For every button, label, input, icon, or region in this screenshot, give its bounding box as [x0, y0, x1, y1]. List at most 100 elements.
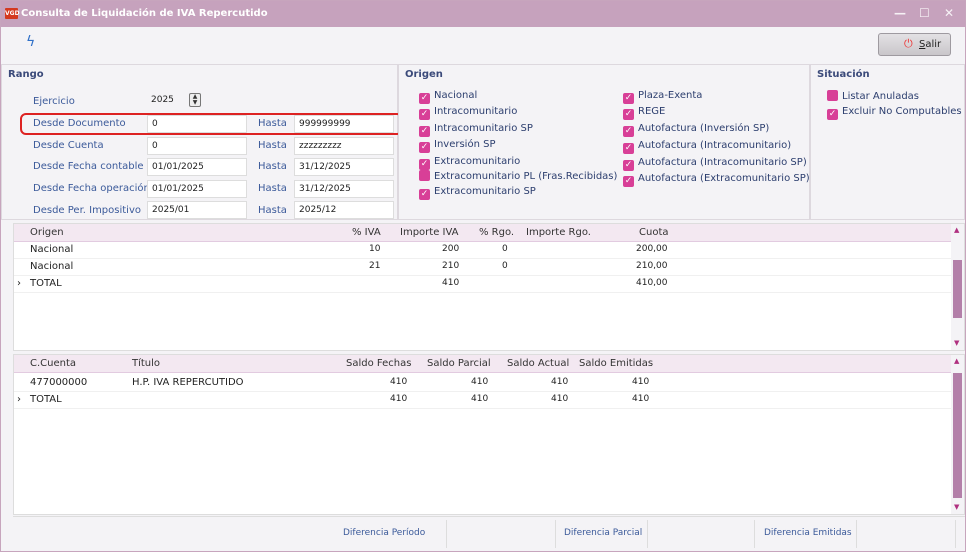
check-icon: ✓ — [419, 189, 430, 200]
col-rgo[interactable]: % Rgo. — [479, 227, 514, 238]
maximize-icon[interactable]: ☐ — [919, 6, 930, 20]
main-window: VGD Consulta de Liquidación de IVA Reper… — [0, 0, 966, 552]
diferencia-periodo-label: Diferencia Período — [343, 528, 426, 538]
iva-grid-scrollbar[interactable]: ▲ ▼ — [951, 224, 964, 350]
table-row[interactable]: Nacional 10 200 0 200,00 — [14, 242, 952, 259]
situacion-title: Situación — [817, 69, 870, 80]
check-icon: ✓ — [827, 109, 838, 120]
check-icon: ✓ — [419, 109, 430, 120]
check-icon: ✓ — [419, 93, 430, 104]
app-logo-icon: VGD — [5, 8, 20, 19]
col-saldo-parcial[interactable]: Saldo Parcial — [427, 358, 491, 369]
col-saldo-fechas[interactable]: Saldo Fechas — [346, 358, 411, 369]
lightning-icon[interactable]: ϟ — [26, 34, 35, 50]
col-origen[interactable]: Origen — [30, 227, 64, 238]
ejercicio-spinner[interactable]: ▲ ▼ — [189, 93, 201, 107]
current-row-marker-icon: › — [17, 394, 21, 405]
diferencia-emitidas-label: Diferencia Emitidas — [764, 528, 852, 538]
desde-fecha-operacion-input[interactable]: 01/01/2025 — [147, 180, 247, 198]
checkbox-intracomunitario[interactable]: ✓ Intracomunitario — [419, 106, 517, 120]
checkbox-extracomunitario-pl[interactable]: Extracomunitario PL (Fras.Recibidas) — [419, 170, 617, 182]
differences-bar: Diferencia Período Diferencia Parcial Di… — [13, 516, 965, 551]
toolbar: ϟ ⏻ Salir — [1, 27, 965, 64]
scroll-thumb[interactable] — [953, 260, 962, 318]
rango-panel: Rango Ejercicio 2025 ▲ ▼ Desde Documento … — [1, 64, 398, 220]
hasta-per-impositivo-input[interactable]: 2025/12 — [294, 201, 394, 219]
check-icon: ✓ — [623, 109, 634, 120]
diferencia-parcial-label: Diferencia Parcial — [564, 528, 643, 538]
col-saldo-emitidas[interactable]: Saldo Emitidas — [579, 358, 653, 369]
checkbox-extracomunitario[interactable]: ✓ Extracomunitario — [419, 156, 520, 170]
scroll-up-icon[interactable]: ▲ — [954, 226, 959, 234]
checkbox-autofactura-inversion-sp[interactable]: ✓ Autofactura (Inversión SP) — [623, 123, 769, 137]
table-row-total[interactable]: › TOTAL 410 410 410 410 — [14, 392, 952, 409]
iva-grid: Origen % IVA Importe IVA % Rgo. Importe … — [13, 223, 965, 351]
desde-cuenta-label: Desde Cuenta — [33, 140, 104, 151]
unchecked-box-icon — [827, 90, 838, 101]
check-icon: ✓ — [623, 143, 634, 154]
hasta-fecha-operacion-input[interactable]: 31/12/2025 — [294, 180, 394, 198]
hasta-label: Hasta — [258, 205, 287, 216]
scroll-up-icon[interactable]: ▲ — [954, 357, 959, 365]
title-bar[interactable]: VGD Consulta de Liquidación de IVA Reper… — [1, 1, 965, 27]
rango-title: Rango — [8, 69, 44, 80]
checkbox-autofactura-extracomunitario-sp[interactable]: ✓ Autofactura (Extracomunitario SP) — [623, 173, 810, 187]
power-icon: ⏻ — [904, 37, 913, 50]
iva-grid-header: Origen % IVA Importe IVA % Rgo. Importe … — [14, 224, 952, 242]
checkbox-nacional[interactable]: ✓ Nacional — [419, 90, 477, 104]
checkbox-plaza-exenta[interactable]: ✓ Plaza-Exenta — [623, 90, 702, 104]
scroll-down-icon[interactable]: ▼ — [954, 339, 959, 347]
origen-panel: Origen ✓ Nacional ✓ Intracomunitario ✓ Intr… — [398, 64, 810, 220]
hasta-label: Hasta — [258, 161, 287, 172]
checkbox-excluir-no-computables[interactable]: ✓ Excluir No Computables — [827, 106, 962, 120]
check-icon: ✓ — [419, 159, 430, 170]
checkbox-listar-anuladas[interactable]: Listar Anuladas — [827, 90, 919, 102]
check-icon: ✓ — [419, 142, 430, 153]
situacion-panel: Situación Listar Anuladas ✓ Excluir No Co… — [810, 64, 965, 220]
col-cuenta[interactable]: C.Cuenta — [30, 358, 76, 369]
col-importe-iva[interactable]: Importe IVA — [400, 227, 459, 238]
minimize-icon[interactable]: — — [894, 6, 906, 20]
cuentas-grid-scrollbar[interactable]: ▲ ▼ — [951, 355, 964, 514]
desde-per-impositivo-input[interactable]: 2025/01 — [147, 201, 247, 219]
desde-fecha-contable-input[interactable]: 01/01/2025 — [147, 158, 247, 176]
checkbox-rege[interactable]: ✓ REGE — [623, 106, 665, 120]
cuentas-grid: C.Cuenta Título Saldo Fechas Saldo Parci… — [13, 354, 965, 515]
diferencia-emitidas-value — [856, 520, 956, 548]
table-row[interactable]: Nacional 21 210 0 210,00 — [14, 259, 952, 276]
diferencia-parcial-value — [647, 520, 755, 548]
close-icon[interactable]: ✕ — [944, 6, 954, 20]
window-title: Consulta de Liquidación de IVA Repercuti… — [21, 8, 268, 19]
check-icon: ✓ — [419, 126, 430, 137]
col-iva[interactable]: % IVA — [352, 227, 381, 238]
checkbox-inversion-sp[interactable]: ✓ Inversión SP — [419, 139, 495, 153]
hasta-fecha-contable-input[interactable]: 31/12/2025 — [294, 158, 394, 176]
table-row[interactable]: 477000000 H.P. IVA REPERCUTIDO 410 410 4… — [14, 375, 952, 392]
desde-fecha-operacion-label: Desde Fecha operación — [33, 183, 150, 194]
checkbox-extracomunitario-sp[interactable]: ✓ Extracomunitario SP — [419, 186, 536, 200]
checkbox-autofactura-intracomunitario[interactable]: ✓ Autofactura (Intracomunitario) — [623, 140, 791, 154]
check-icon: ✓ — [623, 160, 634, 171]
hasta-cuenta-input[interactable]: zzzzzzzzz — [294, 137, 394, 155]
check-icon: ✓ — [623, 93, 634, 104]
col-titulo[interactable]: Título — [132, 358, 160, 369]
desde-cuenta-input[interactable]: 0 — [147, 137, 247, 155]
current-row-marker-icon: › — [17, 278, 21, 289]
col-importe-rgo[interactable]: Importe Rgo. — [526, 227, 591, 238]
checkbox-autofactura-intracomunitario-sp[interactable]: ✓ Autofactura (Intracomunitario SP) — [623, 157, 807, 171]
unchecked-box-icon — [419, 170, 430, 181]
highlight-annotation — [20, 113, 403, 135]
salir-button[interactable]: ⏻ Salir — [878, 33, 951, 56]
cuentas-grid-header: C.Cuenta Título Saldo Fechas Saldo Parci… — [14, 355, 952, 373]
col-saldo-actual[interactable]: Saldo Actual — [507, 358, 569, 369]
scroll-thumb[interactable] — [953, 373, 962, 498]
desde-per-impositivo-label: Desde Per. Impositivo — [33, 205, 141, 216]
col-cuota[interactable]: Cuota — [639, 227, 669, 238]
hasta-label: Hasta — [258, 140, 287, 151]
hasta-label: Hasta — [258, 183, 287, 194]
scroll-down-icon[interactable]: ▼ — [954, 503, 959, 511]
ejercicio-label: Ejercicio — [33, 96, 75, 107]
table-row-total[interactable]: › TOTAL 410 410,00 — [14, 276, 952, 293]
check-icon: ✓ — [623, 126, 634, 137]
checkbox-intracomunitario-sp[interactable]: ✓ Intracomunitario SP — [419, 123, 533, 137]
